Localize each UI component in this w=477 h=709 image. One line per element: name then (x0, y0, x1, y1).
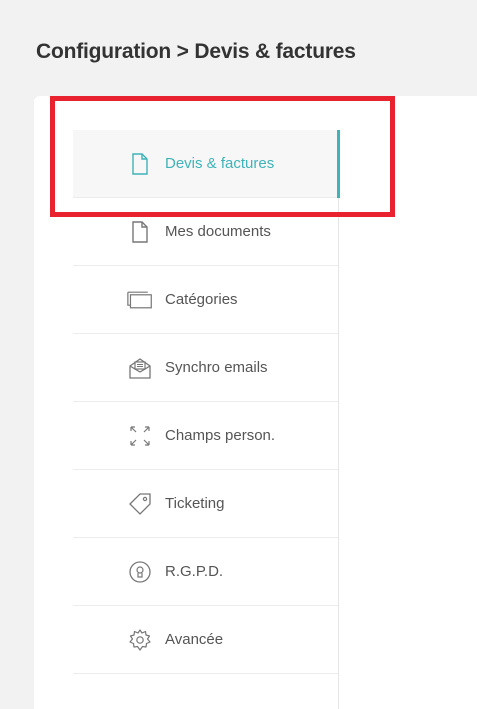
document-icon (127, 219, 153, 245)
folder-icon (127, 287, 153, 313)
tag-icon (127, 491, 153, 517)
menu-item-label: Devis & factures (165, 155, 275, 172)
menu-item-label: Synchro emails (165, 359, 268, 376)
expand-icon (127, 423, 153, 449)
menu-item-champs-person[interactable]: Champs person. (73, 402, 338, 470)
menu-item-label: Mes documents (165, 223, 271, 240)
menu-item-avancee[interactable]: Avancée (73, 606, 338, 674)
menu-item-ticketing[interactable]: Ticketing (73, 470, 338, 538)
breadcrumb: Configuration > Devis & factures (36, 40, 356, 63)
menu-item-mes-documents[interactable]: Mes documents (73, 198, 338, 266)
menu-item-rgpd[interactable]: R.G.P.D. (73, 538, 338, 606)
settings-menu: Devis & factures Mes documents Catégorie… (73, 130, 340, 709)
menu-item-categories[interactable]: Catégories (73, 266, 338, 334)
lock-badge-icon (127, 559, 153, 585)
email-sync-icon (127, 355, 153, 381)
menu-item-label: Ticketing (165, 495, 225, 512)
document-icon (127, 151, 153, 177)
menu-item-label: Avancée (165, 631, 224, 648)
menu-item-label: Catégories (165, 291, 238, 308)
menu-item-label: R.G.P.D. (165, 563, 224, 580)
menu-item-synchro-emails[interactable]: Synchro emails (73, 334, 338, 402)
menu-item-label: Champs person. (165, 427, 276, 444)
menu-item-devis-factures[interactable]: Devis & factures (73, 130, 340, 198)
gear-icon (127, 627, 153, 653)
